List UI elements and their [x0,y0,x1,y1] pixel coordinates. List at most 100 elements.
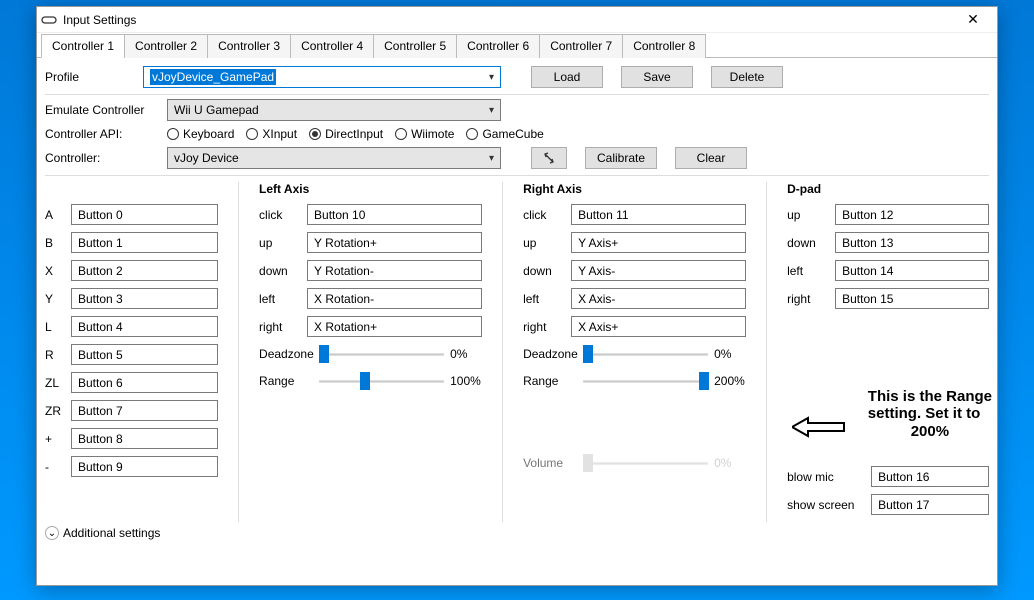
left-left-field[interactable]: X Rotation- [307,288,482,309]
right-range-slider[interactable] [583,371,708,391]
window-title: Input Settings [63,13,953,27]
refresh-button[interactable] [531,147,567,169]
button-field-+[interactable]: Button 8 [71,428,218,449]
save-button[interactable]: Save [621,66,693,88]
right-right-label: right [523,320,565,334]
right-click-field[interactable]: Button 11 [571,204,746,225]
api-directinput[interactable]: DirectInput [309,127,383,141]
calibrate-button[interactable]: Calibrate [585,147,657,169]
refresh-icon [542,151,556,165]
left-left-label: left [259,292,301,306]
left-right-label: right [259,320,301,334]
controller-tabs: Controller 1 Controller 2 Controller 3 C… [37,33,997,58]
right-axis-column: Right Axis click Button 11 up Y Axis+ down… [523,182,746,522]
button-label-+: + [45,432,65,446]
profile-label: Profile [45,70,137,84]
button-field-ZL[interactable]: Button 6 [71,372,218,393]
dpad-down-field[interactable]: Button 13 [835,232,989,253]
emulate-select[interactable]: Wii U Gamepad [167,99,501,121]
button-label-X: X [45,264,65,278]
button-field-ZR[interactable]: Button 7 [71,400,218,421]
dpad-left-field[interactable]: Button 14 [835,260,989,281]
api-wiimote[interactable]: Wiimote [395,127,454,141]
api-label: Controller API: [45,127,161,141]
button-field-R[interactable]: Button 5 [71,344,218,365]
right-deadzone-slider[interactable] [583,344,708,364]
button-label-R: R [45,348,65,362]
tab-controller-5[interactable]: Controller 5 [373,34,457,58]
right-range-label: Range [523,374,577,388]
api-keyboard[interactable]: Keyboard [167,127,234,141]
api-radio-group: Keyboard XInput DirectInput Wiimote Game… [167,127,544,141]
button-label-Y: Y [45,292,65,306]
right-down-label: down [523,264,565,278]
clear-button[interactable]: Clear [675,147,747,169]
right-range-value: 200% [714,374,746,388]
tab-controller-8[interactable]: Controller 8 [622,34,706,58]
button-label-L: L [45,320,65,334]
right-axis-header: Right Axis [523,182,746,196]
right-right-field[interactable]: X Axis+ [571,316,746,337]
button-field-B[interactable]: Button 1 [71,232,218,253]
right-left-label: left [523,292,565,306]
volume-label: Volume [523,456,577,470]
button-label-A: A [45,208,65,222]
dpad-up-field[interactable]: Button 12 [835,204,989,225]
left-range-value: 100% [450,374,482,388]
right-up-label: up [523,236,565,250]
dpad-down-label: down [787,236,829,250]
tab-controller-7[interactable]: Controller 7 [539,34,623,58]
blow-mic-field[interactable]: Button 16 [871,466,989,487]
button-field-X[interactable]: Button 2 [71,260,218,281]
tab-controller-4[interactable]: Controller 4 [290,34,374,58]
left-range-slider[interactable] [319,371,444,391]
dpad-header: D-pad [787,182,989,196]
right-down-field[interactable]: Y Axis- [571,260,746,281]
right-up-field[interactable]: Y Axis+ [571,232,746,253]
left-axis-column: Left Axis click Button 10up Y Rotation+d… [259,182,482,522]
show-screen-field[interactable]: Button 17 [871,494,989,515]
left-down-label: down [259,264,301,278]
settings-window: Input Settings ✕ Controller 1 Controller… [36,6,998,586]
delete-button[interactable]: Delete [711,66,783,88]
profile-select[interactable]: vJoyDevice_GamePad [143,66,501,88]
tab-controller-2[interactable]: Controller 2 [124,34,208,58]
load-button[interactable]: Load [531,66,603,88]
left-click-field[interactable]: Button 10 [307,204,482,225]
right-deadzone-value: 0% [714,347,746,361]
button-field-A[interactable]: Button 0 [71,204,218,225]
api-gamecube[interactable]: GameCube [466,127,543,141]
button-field-Y[interactable]: Button 3 [71,288,218,309]
controller-select[interactable]: vJoy Device [167,147,501,169]
button-label-B: B [45,236,65,250]
volume-slider [583,453,708,473]
button-field-L[interactable]: Button 4 [71,316,218,337]
close-button[interactable]: ✕ [953,11,993,28]
tab-controller-3[interactable]: Controller 3 [207,34,291,58]
additional-settings-toggle[interactable]: ⌄ Additional settings [45,526,989,540]
right-click-label: click [523,208,565,222]
dpad-right-field[interactable]: Button 15 [835,288,989,309]
volume-value: 0% [714,456,746,470]
emulate-label: Emulate Controller [45,103,161,117]
left-down-field[interactable]: Y Rotation- [307,260,482,281]
title-bar: Input Settings ✕ [37,7,997,33]
app-icon [41,12,57,28]
button-field--[interactable]: Button 9 [71,456,218,477]
left-range-label: Range [259,374,313,388]
button-label--: - [45,460,65,474]
api-xinput[interactable]: XInput [246,127,297,141]
show-screen-label: show screen [787,498,865,512]
content: Profile vJoyDevice_GamePad Load Save Del… [37,58,997,544]
button-label-ZR: ZR [45,404,65,418]
tab-controller-1[interactable]: Controller 1 [41,34,125,58]
left-axis-header: Left Axis [259,182,482,196]
left-right-field[interactable]: X Rotation+ [307,316,482,337]
tab-controller-6[interactable]: Controller 6 [456,34,540,58]
right-left-field[interactable]: X Axis- [571,288,746,309]
buttons-column: A Button 0 B Button 1 X Button 2 Y Button 3… [45,182,218,522]
chevron-down-icon: ⌄ [45,526,59,540]
left-up-field[interactable]: Y Rotation+ [307,232,482,253]
left-click-label: click [259,208,301,222]
left-deadzone-slider[interactable] [319,344,444,364]
